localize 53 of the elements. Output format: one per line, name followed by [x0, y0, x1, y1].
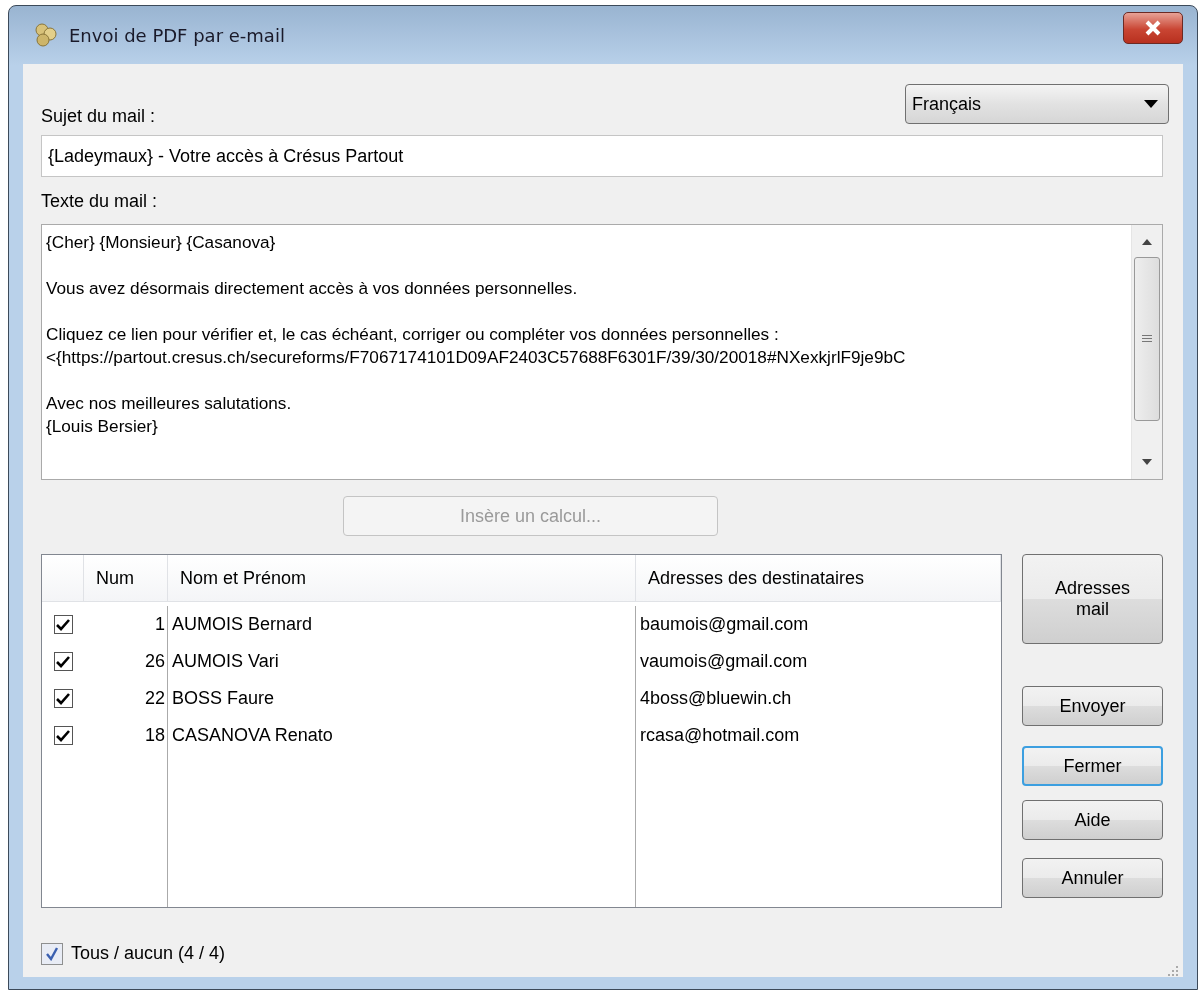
table-cell-text: baumois@gmail.com	[639, 613, 810, 636]
dialog-button[interactable]: Envoyer	[1022, 686, 1163, 726]
row-checkbox[interactable]	[53, 615, 73, 634]
subject-field[interactable]: {Ladeymaux} - Votre accès à Crésus Partout	[41, 135, 1163, 177]
tick-icon	[45, 946, 59, 961]
column-header[interactable]: Adresses des destinataires	[636, 555, 1001, 601]
table-cell: CASANOVA Renato	[168, 717, 636, 754]
select-all-checkbox[interactable]	[41, 942, 63, 965]
subject-label: Sujet du mail :	[41, 106, 156, 127]
coins-icon	[33, 22, 59, 48]
table-cell: 1	[84, 606, 168, 643]
close-button[interactable]	[1123, 12, 1183, 44]
scroll-down-icon	[1142, 459, 1152, 465]
dialog-button[interactable]: Fermer	[1022, 746, 1163, 786]
select-all-label: Tous / aucun (4 / 4)	[71, 943, 226, 964]
table-cell-text: vaumois@gmail.com	[639, 650, 809, 673]
message-line: <{https://partout.cresus.ch/secureforms/F7067174101D09AF2403C57688F6301F/39/30/20018#NXexkjrlF9je9bC	[46, 346, 907, 369]
table-cell-text: 4boss@bluewin.ch	[639, 687, 793, 710]
message-field[interactable]	[41, 224, 1163, 480]
grip-icon	[1142, 335, 1152, 343]
tick-icon	[56, 692, 70, 705]
dropdown-arrow-icon	[1144, 100, 1158, 108]
dialog-button[interactable]: Aide	[1022, 800, 1163, 840]
message-line: Vous avez désormais directement accès à vos données personnelles.	[46, 277, 579, 300]
message-line: {Cher} {Monsieur} {Casanova}	[46, 231, 277, 254]
resize-grip-icon	[1165, 963, 1179, 977]
table-cell: 18	[84, 717, 168, 754]
dialog-button[interactable]: Annuler	[1022, 858, 1163, 898]
scrollbar[interactable]	[1131, 225, 1162, 479]
scroll-up-icon	[1142, 239, 1152, 245]
tick-icon	[56, 729, 70, 742]
table-cell: 26	[84, 643, 168, 680]
table-cell: AUMOIS Vari	[168, 643, 636, 680]
body-label: Texte du mail :	[41, 191, 159, 212]
row-checkbox[interactable]	[53, 726, 73, 745]
table-cell: 22	[84, 680, 168, 717]
tick-icon	[56, 655, 70, 668]
table-cell-text: rcasa@hotmail.com	[639, 724, 801, 747]
tick-icon	[56, 618, 70, 631]
message-line: Cliquez ce lien pour vérifier et, le cas échéant, corriger ou compléter vos données personnelles :	[46, 323, 780, 346]
column-header[interactable]: Nom et Prénom	[168, 555, 636, 601]
close-icon	[1143, 20, 1163, 36]
language-dropdown[interactable]: Français	[905, 84, 1169, 124]
table-cell: AUMOIS Bernard	[168, 606, 636, 643]
scroll-thumb[interactable]	[1134, 257, 1160, 421]
message-line: Avec nos meilleures salutations.	[46, 392, 293, 415]
message-line: {Louis Bersier}	[46, 415, 159, 438]
window-title: Envoi de PDF par e-mail	[69, 24, 285, 46]
dialog-button[interactable]: Adresses mail	[1022, 554, 1163, 644]
table-cell: BOSS Faure	[168, 680, 636, 717]
row-checkbox[interactable]	[53, 652, 73, 671]
row-checkbox[interactable]	[53, 689, 73, 708]
column-header[interactable]: Num	[84, 555, 168, 601]
